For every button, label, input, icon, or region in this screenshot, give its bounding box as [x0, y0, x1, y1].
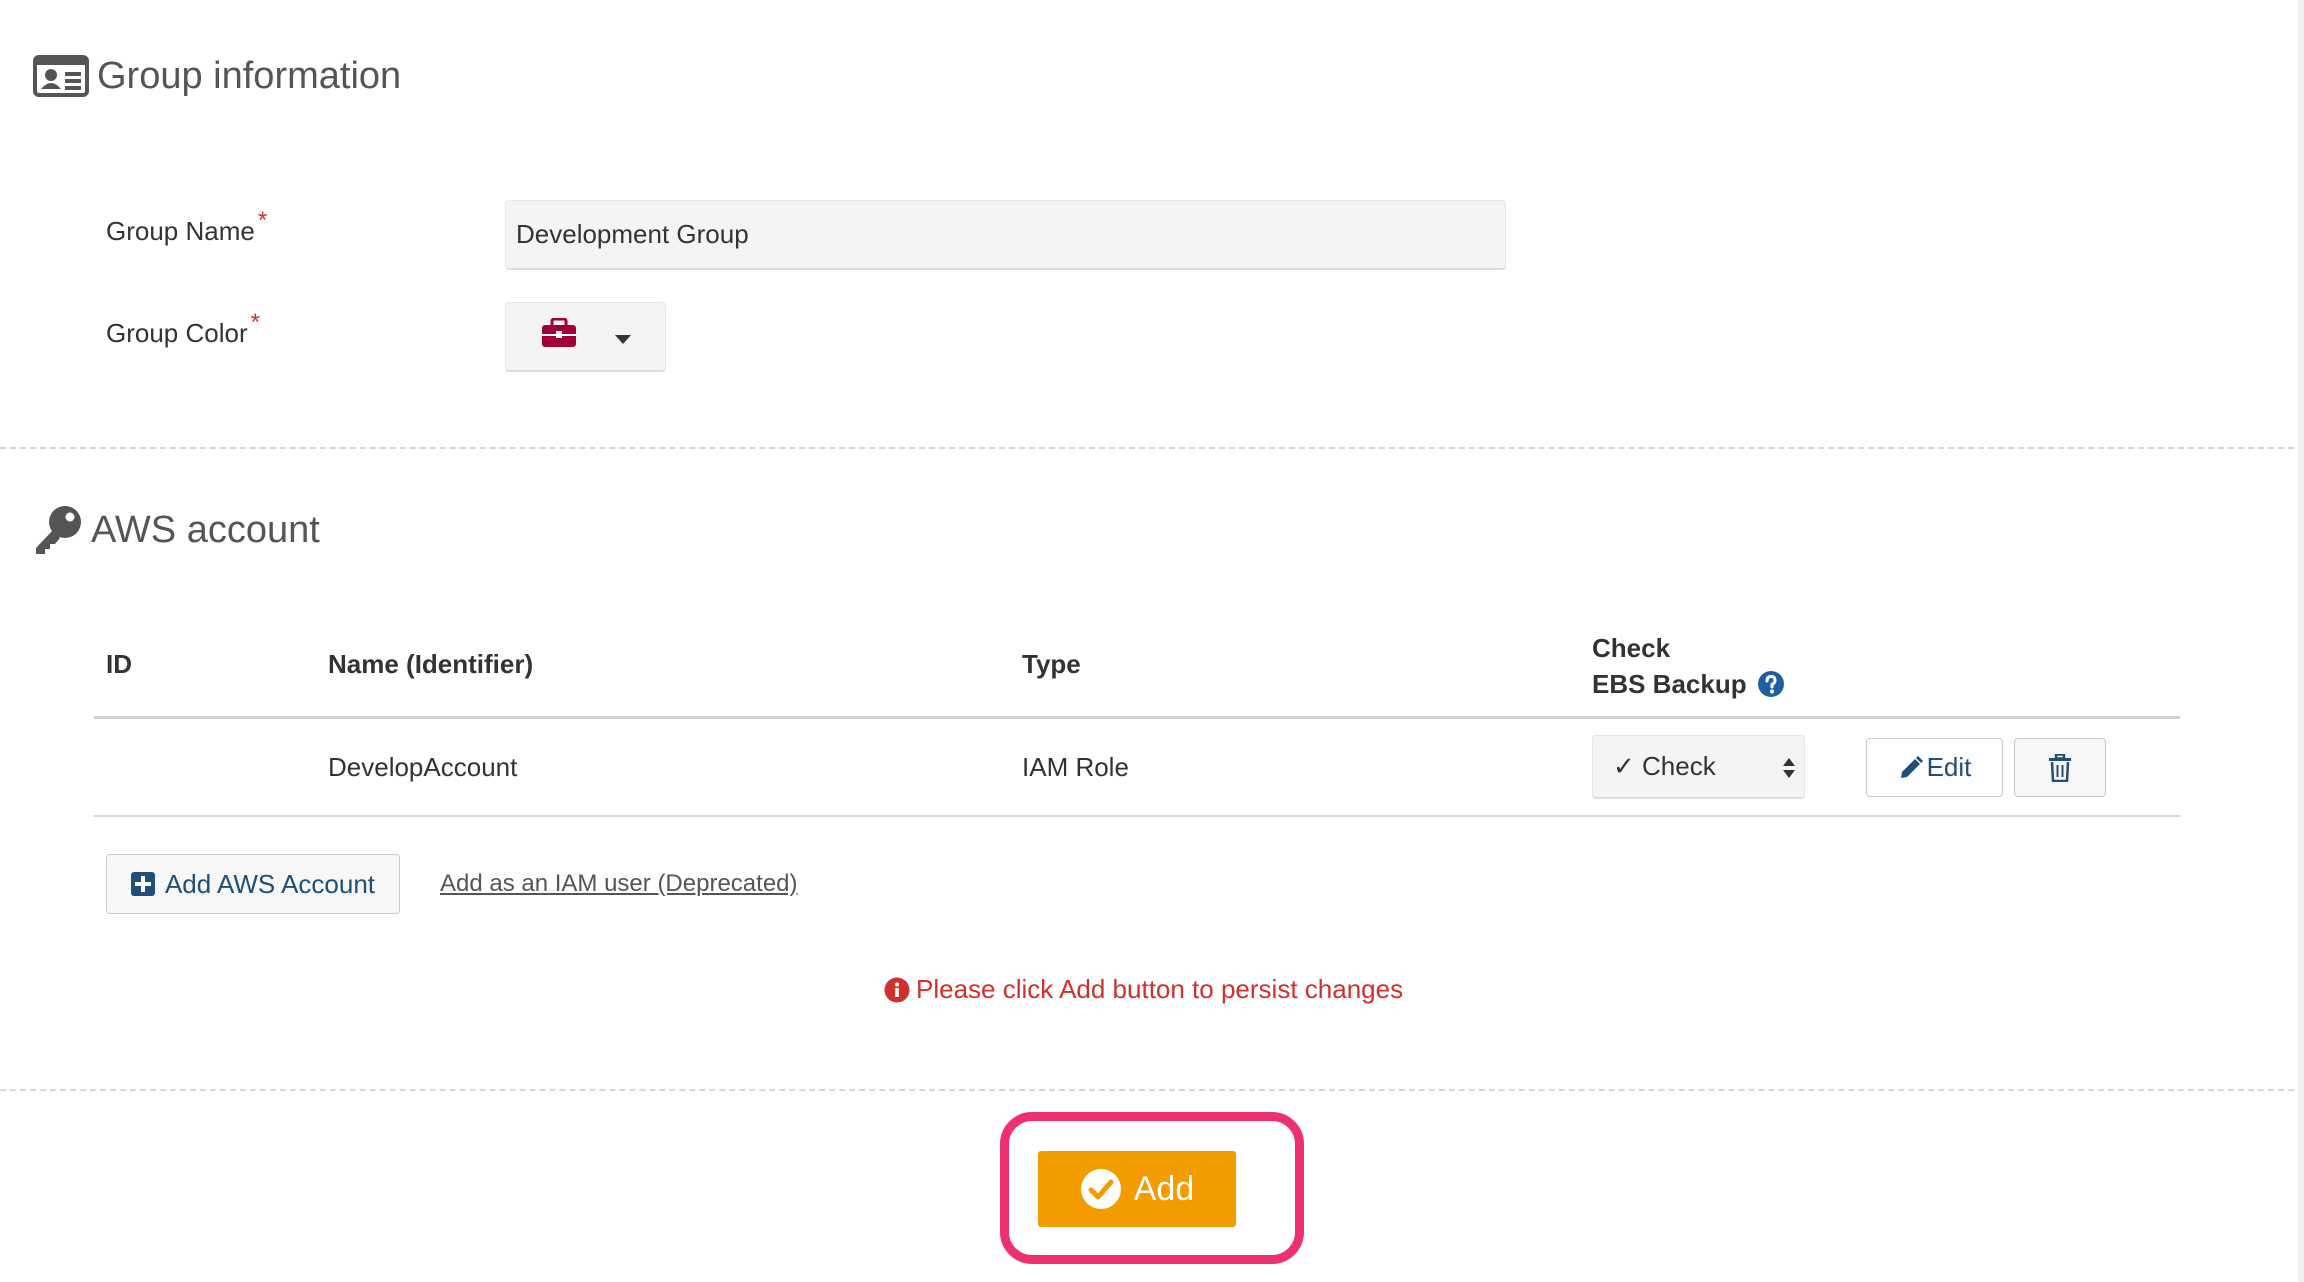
group-color-label: Group Color * — [106, 309, 260, 348]
persist-warning-text: Please click Add button to persist chang… — [916, 974, 1404, 1004]
add-button-label: Add — [1133, 1169, 1195, 1208]
aws-account-heading: AWS account — [33, 500, 320, 560]
id-card-icon — [33, 55, 89, 97]
scrollbar-track[interactable] — [2298, 0, 2304, 1282]
group-name-value: Development Group — [516, 219, 749, 249]
required-mark: * — [250, 309, 260, 336]
briefcase-icon — [541, 317, 577, 355]
col-header-type: Type — [1022, 649, 1081, 679]
group-info-title: Group information — [97, 54, 402, 97]
col-header-check-ebs: Check EBS Backup — [1592, 630, 1785, 702]
add-iam-user-link[interactable]: Add as an IAM user (Deprecated) — [440, 870, 798, 898]
add-aws-account-button[interactable]: Add AWS Account — [106, 854, 400, 914]
key-icon — [33, 504, 83, 556]
persist-warning: Please click Add button to persist chang… — [884, 974, 1403, 1005]
check-circle-icon — [1080, 1168, 1122, 1210]
group-name-input[interactable]: Development Group — [505, 200, 1506, 270]
edit-label: Edit — [1926, 752, 1972, 782]
chevron-down-icon — [614, 321, 631, 352]
group-color-select[interactable] — [505, 302, 666, 372]
updown-arrows-icon — [1782, 756, 1796, 787]
add-aws-account-label: Add AWS Account — [164, 868, 376, 899]
plus-square-icon — [130, 872, 155, 896]
col-header-name: Name (Identifier) — [328, 649, 534, 679]
group-info-heading: Group information — [33, 48, 401, 104]
trash-icon — [2048, 753, 2072, 782]
col-header-check-line2: EBS Backup — [1592, 669, 1747, 699]
add-button[interactable]: Add — [1038, 1151, 1236, 1227]
edit-button[interactable]: Edit — [1866, 738, 2003, 797]
check-ebs-value: ✓ Check — [1613, 751, 1716, 781]
row-name: DevelopAccount — [328, 752, 518, 782]
section-divider — [0, 447, 2304, 449]
help-icon[interactable] — [1757, 670, 1785, 698]
group-name-label: Group Name * — [106, 207, 268, 246]
row-type: IAM Role — [1022, 752, 1129, 782]
delete-button[interactable] — [2014, 738, 2106, 797]
aws-account-title: AWS account — [91, 508, 320, 551]
table-header-divider — [94, 716, 2180, 719]
check-ebs-select[interactable]: ✓ Check — [1592, 735, 1805, 799]
section-divider-bottom — [0, 1089, 2304, 1091]
info-circle-icon — [884, 977, 910, 1003]
col-header-check-line1: Check — [1592, 633, 1671, 663]
pencil-icon — [1898, 755, 1924, 781]
table-row-divider — [94, 815, 2180, 817]
required-mark: * — [257, 207, 268, 234]
col-header-id: ID — [106, 649, 132, 679]
